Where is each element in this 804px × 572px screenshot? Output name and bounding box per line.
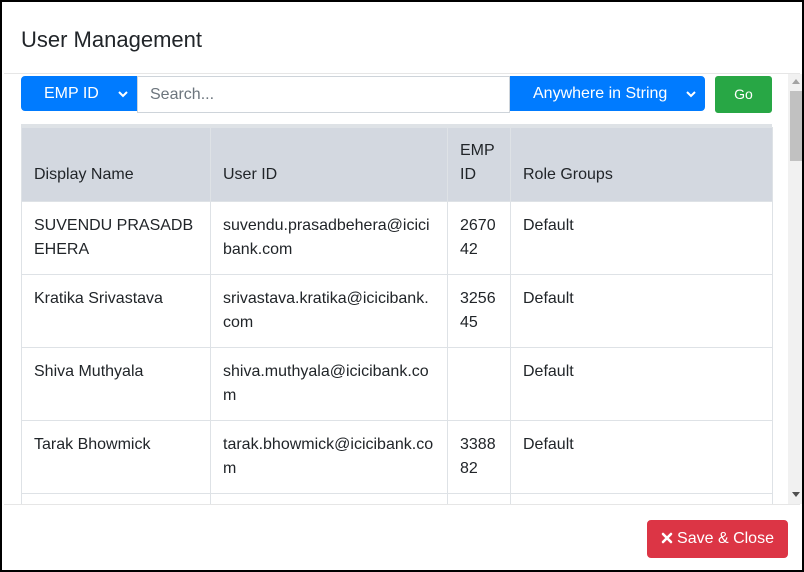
close-x-icon bbox=[661, 532, 673, 544]
cell-user-id: shiva.muthyala@icicibank.com bbox=[210, 347, 448, 421]
cell-display-name: SUVENDU PRASADBEHERA bbox=[21, 201, 211, 275]
table-row[interactable]: Kratika Srivastava srivastava.kratika@ic… bbox=[21, 274, 773, 348]
column-header-emp-id[interactable]: EMP ID bbox=[447, 127, 511, 202]
cell-user-id: suvendu.prasadbehera@icicibank.com bbox=[210, 201, 448, 275]
cell-role-groups: Default bbox=[510, 420, 773, 494]
search-field-select[interactable]: EMP ID bbox=[21, 76, 137, 111]
cell-emp-id: 338882 bbox=[447, 420, 511, 494]
search-field-select-label: EMP ID bbox=[44, 85, 99, 102]
search-input[interactable] bbox=[137, 76, 510, 113]
table-row[interactable] bbox=[21, 493, 773, 504]
table-row[interactable]: Shiva Muthyala shiva.muthyala@icicibank.… bbox=[21, 347, 773, 421]
save-close-label: Save & Close bbox=[677, 530, 774, 547]
cell-emp-id bbox=[447, 493, 511, 504]
cell-display-name: Tarak Bhowmick bbox=[21, 420, 211, 494]
cell-user-id: srivastava.kratika@icicibank.com bbox=[210, 274, 448, 348]
scroll-down-arrow-icon[interactable] bbox=[792, 492, 800, 497]
cell-emp-id: 267042 bbox=[447, 201, 511, 275]
modal-scroll-area: EMP ID Anywhere in String Go bbox=[4, 74, 788, 504]
match-mode-select-label: Anywhere in String bbox=[533, 85, 668, 102]
vertical-scrollbar[interactable] bbox=[788, 74, 802, 504]
column-header-role-groups[interactable]: Role Groups bbox=[510, 127, 773, 202]
users-table-wrapper: Display Name User ID EMP ID Role Groups … bbox=[21, 124, 773, 504]
cell-emp-id bbox=[447, 347, 511, 421]
modal-footer: Save & Close bbox=[4, 504, 800, 568]
modal-title: User Management bbox=[21, 27, 202, 52]
cell-role-groups: Default bbox=[510, 201, 773, 275]
match-mode-select[interactable]: Anywhere in String bbox=[510, 76, 705, 111]
users-table: Display Name User ID EMP ID Role Groups … bbox=[21, 127, 773, 504]
save-close-button[interactable]: Save & Close bbox=[647, 520, 788, 558]
modal-body: EMP ID Anywhere in String Go bbox=[4, 74, 802, 504]
scrollbar-thumb[interactable] bbox=[790, 91, 802, 161]
table-row[interactable]: SUVENDU PRASADBEHERA suvendu.prasadbeher… bbox=[21, 201, 773, 275]
table-header-row: Display Name User ID EMP ID Role Groups bbox=[21, 127, 773, 202]
scroll-up-arrow-icon[interactable] bbox=[792, 79, 800, 84]
chevron-down-icon bbox=[686, 91, 696, 98]
modal-header: User Management bbox=[4, 4, 800, 74]
cell-display-name bbox=[21, 493, 211, 504]
go-button[interactable]: Go bbox=[715, 76, 772, 113]
cell-role-groups: Default bbox=[510, 347, 773, 421]
cell-display-name: Kratika Srivastava bbox=[21, 274, 211, 348]
cell-emp-id: 325645 bbox=[447, 274, 511, 348]
user-management-modal: User Management EMP ID Anywhere in Strin… bbox=[0, 0, 804, 572]
column-header-display-name[interactable]: Display Name bbox=[21, 127, 211, 202]
table-row[interactable]: Tarak Bhowmick tarak.bhowmick@icicibank.… bbox=[21, 420, 773, 494]
cell-user-id: tarak.bhowmick@icicibank.com bbox=[210, 420, 448, 494]
cell-role-groups bbox=[510, 493, 773, 504]
cell-display-name: Shiva Muthyala bbox=[21, 347, 211, 421]
chevron-down-icon bbox=[118, 91, 128, 98]
cell-user-id bbox=[210, 493, 448, 504]
cell-role-groups: Default bbox=[510, 274, 773, 348]
column-header-user-id[interactable]: User ID bbox=[210, 127, 448, 202]
